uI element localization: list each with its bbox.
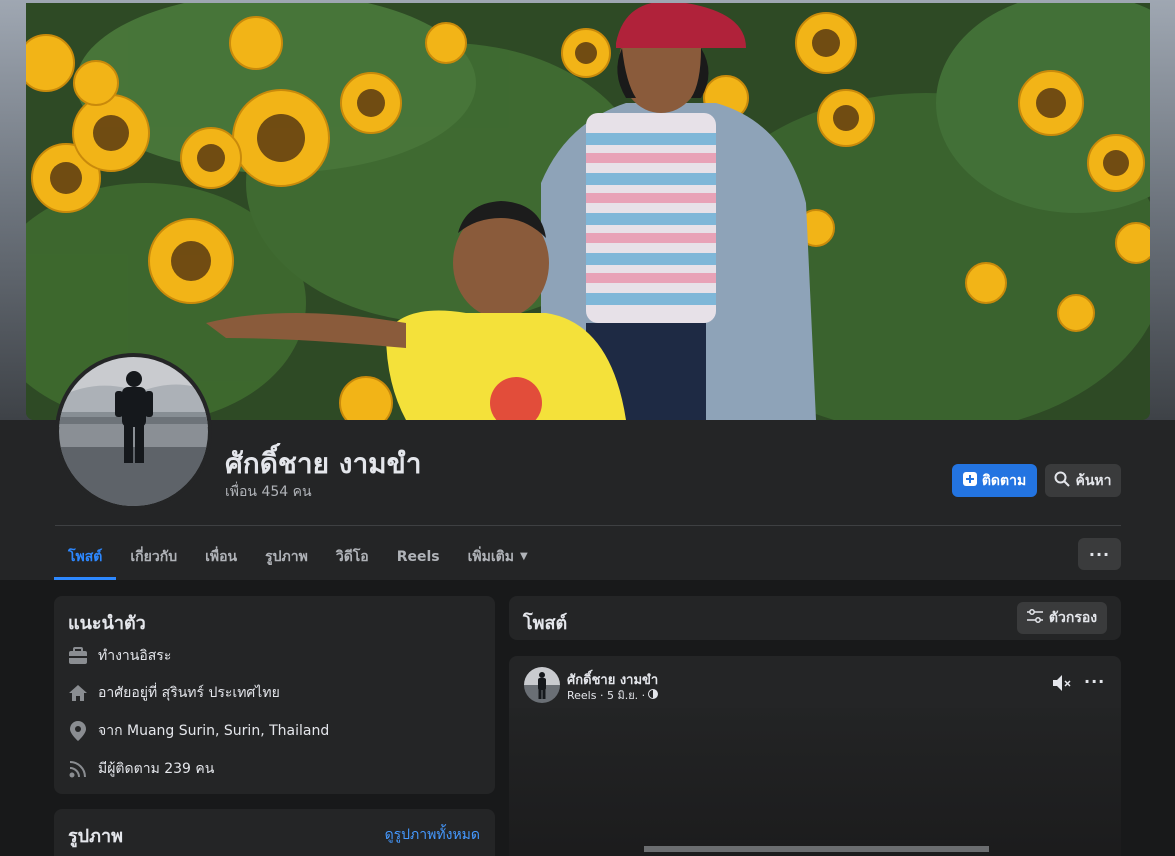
- intro-card: แนะนำตัว ทำงานอิสระ อาศัยอยู่ที่ สุรินทร…: [54, 596, 495, 794]
- follow-plus-icon: [962, 471, 977, 490]
- briefcase-icon: [68, 646, 88, 666]
- intro-title: แนะนำตัว: [68, 613, 146, 634]
- tab-friends[interactable]: เพื่อน: [191, 533, 251, 580]
- profile-avatar[interactable]: [55, 353, 212, 510]
- friends-count[interactable]: เพื่อน 454 คน: [225, 481, 312, 503]
- tab-reels[interactable]: Reels: [383, 533, 454, 580]
- search-icon: [1054, 471, 1071, 491]
- mute-icon[interactable]: [1052, 674, 1074, 696]
- cover-photo[interactable]: [26, 3, 1150, 420]
- intro-item-followers: มีผู้ติดตาม 239 คน: [68, 758, 214, 780]
- filter-button[interactable]: ตัวกรอง: [1017, 602, 1107, 634]
- location-pin-icon: [68, 721, 88, 741]
- posts-title: โพสต์: [523, 613, 568, 634]
- post-more-button[interactable]: ···: [1084, 672, 1105, 691]
- intro-item-from: จาก Muang Surin, Surin, Thailand: [68, 720, 329, 742]
- profile-tabs: โพสต์ เกี่ยวกับ เพื่อน รูปภาพ วิดีโอ Ree…: [54, 533, 542, 580]
- see-all-photos-link[interactable]: ดูรูปภาพทั้งหมด: [385, 824, 480, 846]
- tab-posts[interactable]: โพสต์: [54, 533, 117, 580]
- tab-videos[interactable]: วิดีโอ: [322, 533, 383, 580]
- header-divider: [55, 525, 1121, 526]
- follow-label: ติดตาม: [981, 472, 1027, 489]
- audience-globe-icon[interactable]: [648, 688, 659, 702]
- profile-name: ศักดิ์ชาย งามขำ: [225, 447, 422, 480]
- filter-sliders-icon: [1026, 609, 1043, 627]
- tab-photos[interactable]: รูปภาพ: [251, 533, 322, 580]
- reel-video[interactable]: [509, 708, 1121, 856]
- follow-button[interactable]: ติดตาม: [952, 464, 1037, 497]
- intro-item-work: ทำงานอิสระ: [68, 645, 171, 667]
- intro-item-home: อาศัยอยู่ที่ สุรินทร์ ประเทศไทย: [68, 682, 280, 704]
- rss-icon: [68, 759, 88, 779]
- tab-more[interactable]: เพิ่มเติม ▼: [454, 533, 542, 580]
- video-frame-strip: [644, 846, 989, 852]
- post-card: ศักดิ์ชาย งามขำ Reels · 5 มิ.ย. · ···: [509, 656, 1121, 856]
- post-meta: Reels · 5 มิ.ย. ·: [567, 686, 659, 704]
- post-author-avatar[interactable]: [524, 667, 560, 703]
- posts-header-card: โพสต์ ตัวกรอง: [509, 596, 1121, 640]
- photos-card: รูปภาพ ดูรูปภาพทั้งหมด: [54, 809, 495, 856]
- home-icon: [68, 683, 88, 703]
- tab-about[interactable]: เกี่ยวกับ: [116, 533, 191, 580]
- search-label: ค้นหา: [1075, 472, 1112, 489]
- more-options-button[interactable]: ···: [1078, 538, 1121, 570]
- search-button[interactable]: ค้นหา: [1045, 464, 1121, 497]
- caret-down-icon: ▼: [519, 551, 528, 562]
- photos-title: รูปภาพ: [68, 826, 123, 847]
